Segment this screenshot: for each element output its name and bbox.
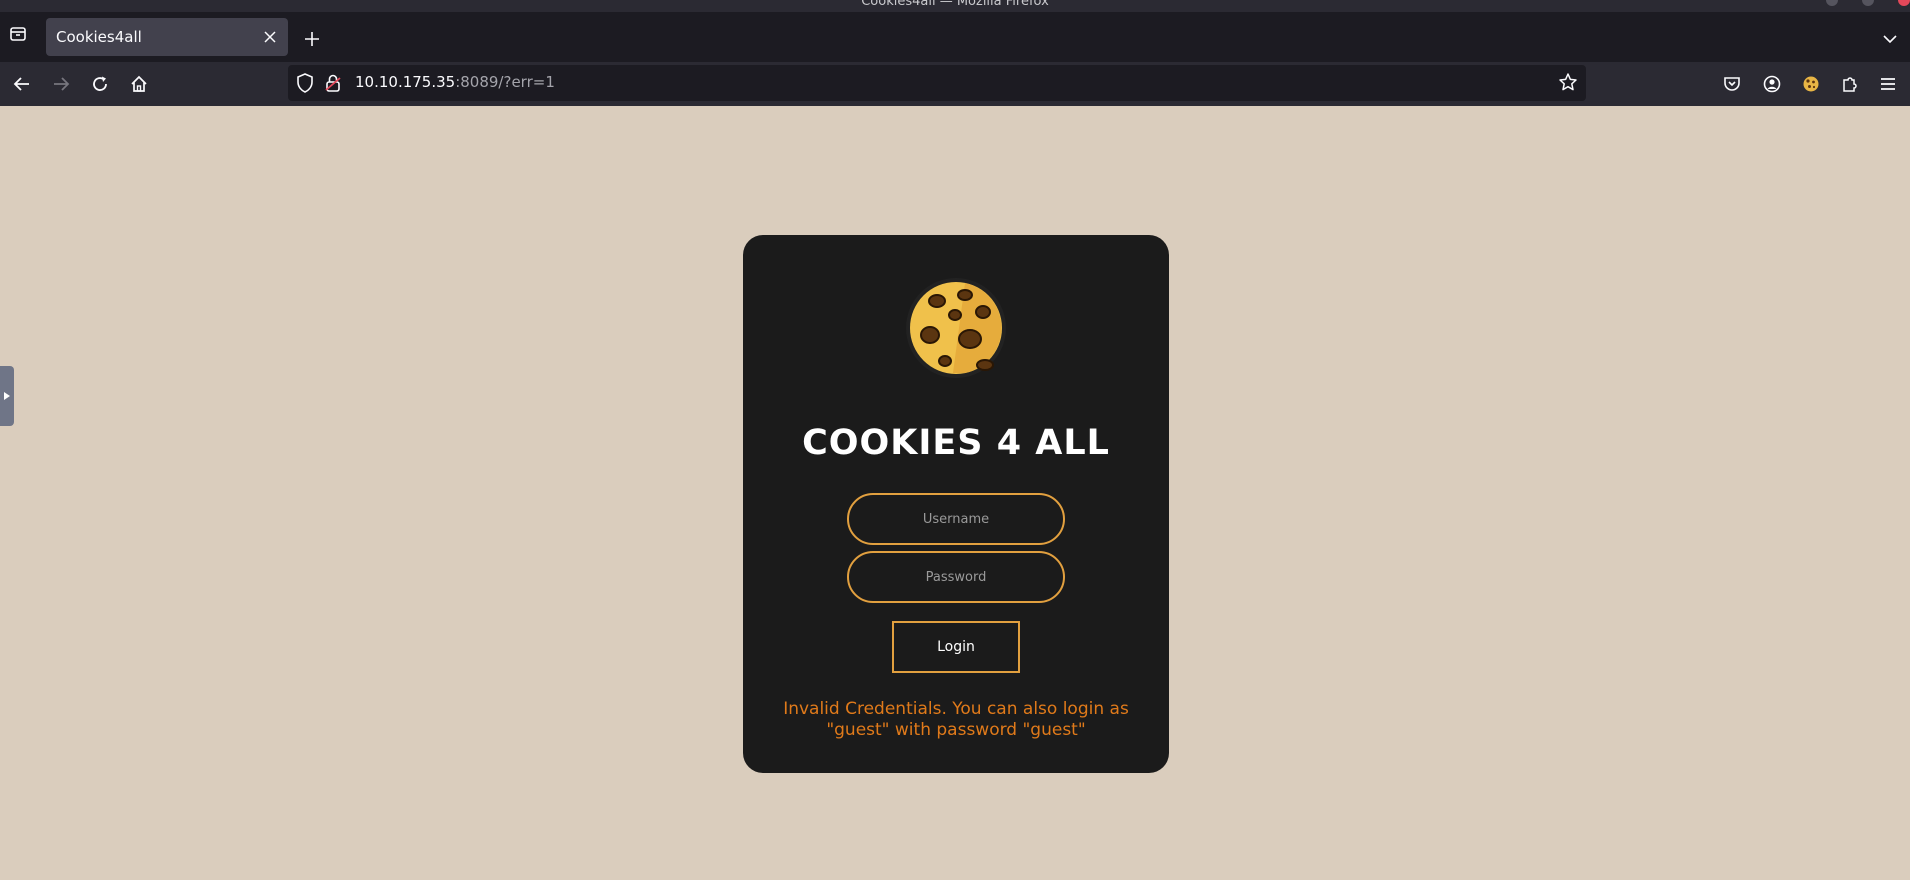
tracking-protection-shield-icon[interactable]: [296, 73, 314, 97]
url-path: :8089/?err=1: [455, 73, 555, 91]
navigation-toolbar: 10.10.175.35:8089/?err=1: [0, 62, 1910, 106]
error-message: Invalid Credentials. You can also login …: [783, 699, 1129, 740]
insecure-lock-icon[interactable]: [324, 73, 342, 97]
pocket-icon[interactable]: [1718, 70, 1746, 98]
close-window-button[interactable]: [1898, 0, 1910, 6]
login-button[interactable]: Login: [892, 621, 1020, 673]
minimize-button[interactable]: [1826, 0, 1838, 6]
extensions-puzzle-icon[interactable]: [1836, 70, 1864, 98]
reload-icon[interactable]: [86, 70, 114, 98]
cookie-logo: [906, 278, 1006, 378]
window-titlebar: Cookies4all — Mozilla Firefox: [0, 0, 1910, 12]
page-title: COOKIES 4 ALL: [802, 423, 1110, 463]
login-card: COOKIES 4 ALL Login Invalid Credentials.…: [743, 235, 1169, 773]
tab-overview-icon[interactable]: [8, 24, 28, 44]
window-controls: [1802, 0, 1910, 9]
cookie-extension-icon[interactable]: [1797, 70, 1825, 98]
tab-label: Cookies4all: [56, 28, 142, 46]
hamburger-menu-icon[interactable]: [1874, 70, 1902, 98]
home-icon[interactable]: [125, 70, 153, 98]
new-tab-plus-icon[interactable]: [300, 27, 324, 51]
sidebar-handle[interactable]: [0, 366, 14, 426]
username-input[interactable]: [847, 493, 1065, 545]
chevron-down-icon[interactable]: [1878, 27, 1902, 51]
page-viewport: COOKIES 4 ALL Login Invalid Credentials.…: [0, 106, 1910, 880]
bookmark-star-icon[interactable]: [1558, 72, 1578, 96]
back-arrow-icon[interactable]: [8, 70, 36, 98]
window-title: Cookies4all — Mozilla Firefox: [861, 0, 1049, 9]
tab-bar: Cookies4all: [0, 12, 1910, 62]
url-text[interactable]: 10.10.175.35:8089/?err=1: [355, 73, 555, 91]
forward-arrow-icon[interactable]: [47, 70, 75, 98]
account-icon[interactable]: [1758, 70, 1786, 98]
url-host: 10.10.175.35: [355, 73, 456, 91]
password-input[interactable]: [847, 551, 1065, 603]
tab-cookies4all[interactable]: Cookies4all: [46, 18, 288, 56]
maximize-button[interactable]: [1862, 0, 1874, 6]
close-icon[interactable]: [260, 27, 280, 47]
address-bar[interactable]: 10.10.175.35:8089/?err=1: [288, 65, 1586, 101]
